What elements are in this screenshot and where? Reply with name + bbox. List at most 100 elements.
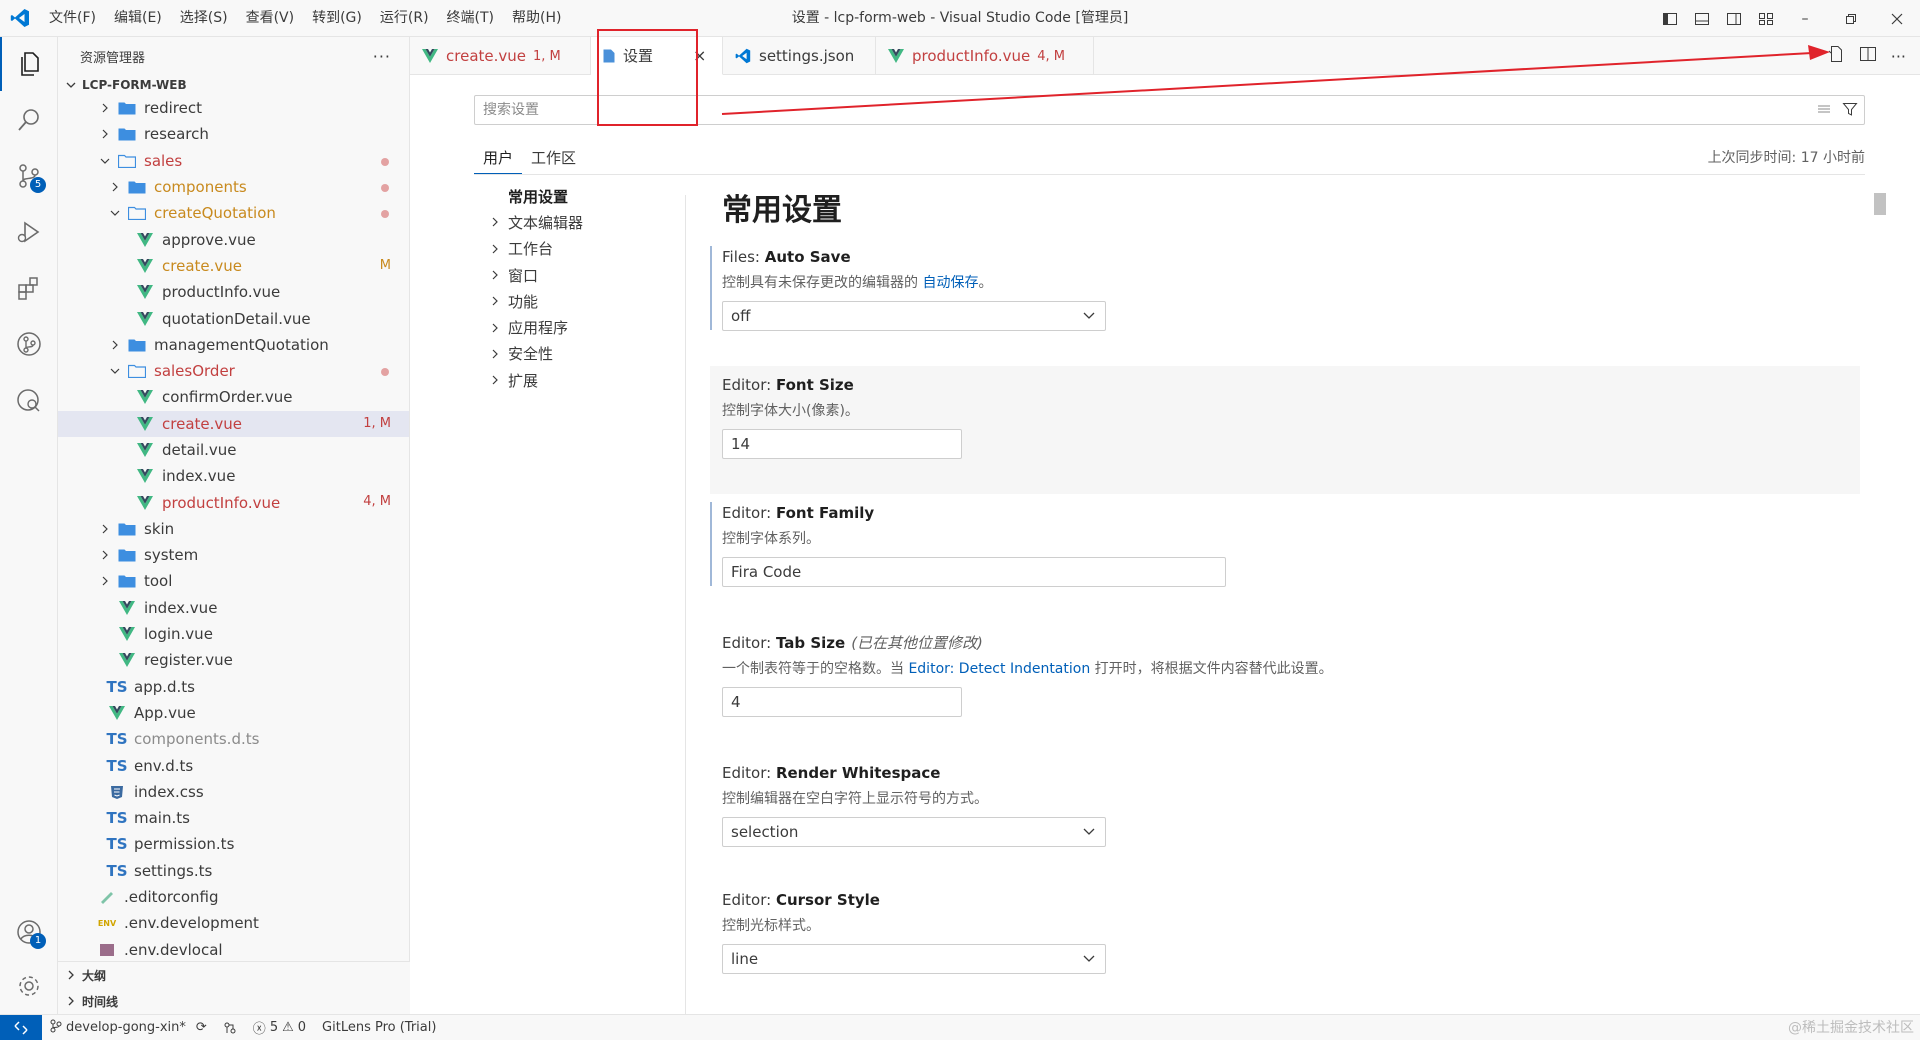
menu-terminal[interactable]: 终端(T) [438,0,503,37]
editorconfig-icon [96,888,118,906]
source-control-icon[interactable]: 5 [0,149,58,203]
tree-file[interactable]: ENV .env.development [58,910,409,936]
toc-commonly-used[interactable]: 常用设置 [474,183,694,209]
auto-save-select[interactable]: off [722,301,1106,331]
customize-layout-icon[interactable] [1750,0,1782,37]
open-settings-json-icon[interactable] [1827,45,1845,67]
toggle-secondary-sidebar-icon[interactable] [1718,0,1750,37]
tree-file[interactable]: TS components.d.ts [58,726,409,752]
tab-user-settings[interactable]: 用户 [474,143,523,174]
tab-size-input[interactable]: 4 [722,687,962,717]
detect-indentation-link[interactable]: Editor: Detect Indentation [908,661,1090,677]
run-debug-icon[interactable] [0,205,58,259]
tree-file[interactable]: .env.devlocal [58,937,409,963]
tree-file[interactable]: login.vue [58,621,409,647]
tab-settings-json[interactable]: settings.json [723,37,876,75]
tree-file[interactable]: detail.vue [58,437,409,463]
toc-extensions[interactable]: 扩展 [474,367,694,393]
cursor-style-select[interactable]: line [722,944,1106,974]
tree-folder[interactable]: system [58,542,409,568]
menu-view[interactable]: 查看(V) [237,0,304,37]
tree-folder[interactable]: salesOrder [58,358,409,384]
tree-folder[interactable]: redirect [58,95,409,121]
more-editor-actions-icon[interactable]: ··· [1891,47,1906,66]
tab-create-vue[interactable]: create.vue 1, M [410,37,591,75]
toc-application[interactable]: 应用程序 [474,314,694,340]
tree-file[interactable]: TS settings.ts [58,858,409,884]
tab-workspace-settings[interactable]: 工作区 [522,143,585,174]
typescript-file-icon: TS [106,861,128,880]
remote-indicator-icon[interactable] [0,1014,42,1040]
tree-folder[interactable]: managementQuotation [58,332,409,358]
toc-security[interactable]: 安全性 [474,341,694,367]
split-editor-icon[interactable] [1859,45,1877,67]
tree-folder[interactable]: skin [58,516,409,542]
tree-file[interactable]: productInfo.vue [58,279,409,305]
menu-selection[interactable]: 选择(S) [171,0,237,37]
timeline-section[interactable]: 时间线 [58,988,410,1014]
tree-file[interactable]: App.vue [58,700,409,726]
toc-features[interactable]: 功能 [474,288,694,314]
toc-text-editor[interactable]: 文本编辑器 [474,209,694,235]
menu-file[interactable]: 文件(F) [40,0,105,37]
gitlens-icon[interactable] [0,317,58,371]
tree-folder[interactable]: sales [58,148,409,174]
tree-file[interactable]: confirmOrder.vue [58,384,409,410]
scrollbar-thumb[interactable] [1874,193,1886,215]
tree-file[interactable]: productInfo.vue 4, M [58,489,409,515]
settings-search-input[interactable] [475,96,1775,124]
minimize-icon[interactable]: – [1782,0,1828,37]
toggle-panel-icon[interactable] [1686,0,1718,37]
tree-file[interactable]: TS permission.ts [58,831,409,857]
tree-file[interactable]: create.vue 1, M [58,410,409,437]
manage-gear-icon[interactable] [0,959,58,1013]
close-tab-icon[interactable]: × [693,46,706,65]
tree-folder[interactable]: components [58,174,409,200]
tree-folder[interactable]: tool [58,568,409,594]
outline-section[interactable]: 大纲 [58,962,410,988]
tree-file[interactable]: index.vue [58,595,409,621]
more-actions-icon[interactable]: ··· [373,47,391,66]
tree-file[interactable]: .editorconfig [58,884,409,910]
tree-folder[interactable]: createQuotation [58,200,409,226]
modified-elsewhere-note[interactable]: (已在其他位置修改) [851,634,983,652]
remote-explorer-icon[interactable] [0,373,58,427]
tree-file[interactable]: create.vue M [58,253,409,279]
extensions-icon[interactable] [0,261,58,315]
font-family-input[interactable]: Fira Code [722,557,1226,587]
restore-icon[interactable] [1828,0,1874,37]
menu-go[interactable]: 转到(G) [303,0,371,37]
workspace-root[interactable]: LCP-FORM-WEB [58,75,409,95]
tree-file[interactable]: approve.vue [58,226,409,252]
accounts-icon[interactable]: 1 [0,905,58,959]
gitlens-status-icon[interactable] [215,1021,245,1035]
branch-indicator[interactable]: develop-gong-xin* ⟳ [42,1019,215,1037]
tree-file[interactable]: register.vue [58,647,409,673]
tab-settings[interactable]: 设置 × [591,37,723,75]
tree-file[interactable]: TS app.d.ts [58,674,409,700]
render-whitespace-select[interactable]: selection [722,817,1106,847]
explorer-icon[interactable] [0,37,58,91]
close-window-icon[interactable] [1874,0,1920,37]
tree-file[interactable]: quotationDetail.vue [58,305,409,331]
tree-file[interactable]: index.css [58,779,409,805]
font-size-input[interactable]: 14 [722,429,962,459]
toggle-primary-sidebar-icon[interactable] [1654,0,1686,37]
menu-run[interactable]: 运行(R) [371,0,438,37]
menu-help[interactable]: 帮助(H) [503,0,570,37]
tree-file[interactable]: index.vue [58,463,409,489]
gitlens-pro-status[interactable]: GitLens Pro (Trial) [314,1020,444,1035]
tree-file[interactable]: TS env.d.ts [58,752,409,778]
search-icon[interactable] [0,93,58,147]
tree-folder[interactable]: research [58,121,409,147]
sync-icon[interactable]: ⟳ [196,1020,207,1035]
clear-filter-icon[interactable] [1816,101,1832,121]
auto-save-link[interactable]: 自动保存 [922,275,978,291]
toc-workbench[interactable]: 工作台 [474,236,694,262]
toc-window[interactable]: 窗口 [474,262,694,288]
menu-edit[interactable]: 编辑(E) [105,0,171,37]
filter-icon[interactable] [1842,101,1858,121]
tab-productinfo-vue[interactable]: productInfo.vue 4, M [876,37,1094,75]
tree-file[interactable]: TS main.ts [58,805,409,831]
problems-indicator[interactable]: ⓧ 5 ⚠ 0 [245,1018,314,1037]
